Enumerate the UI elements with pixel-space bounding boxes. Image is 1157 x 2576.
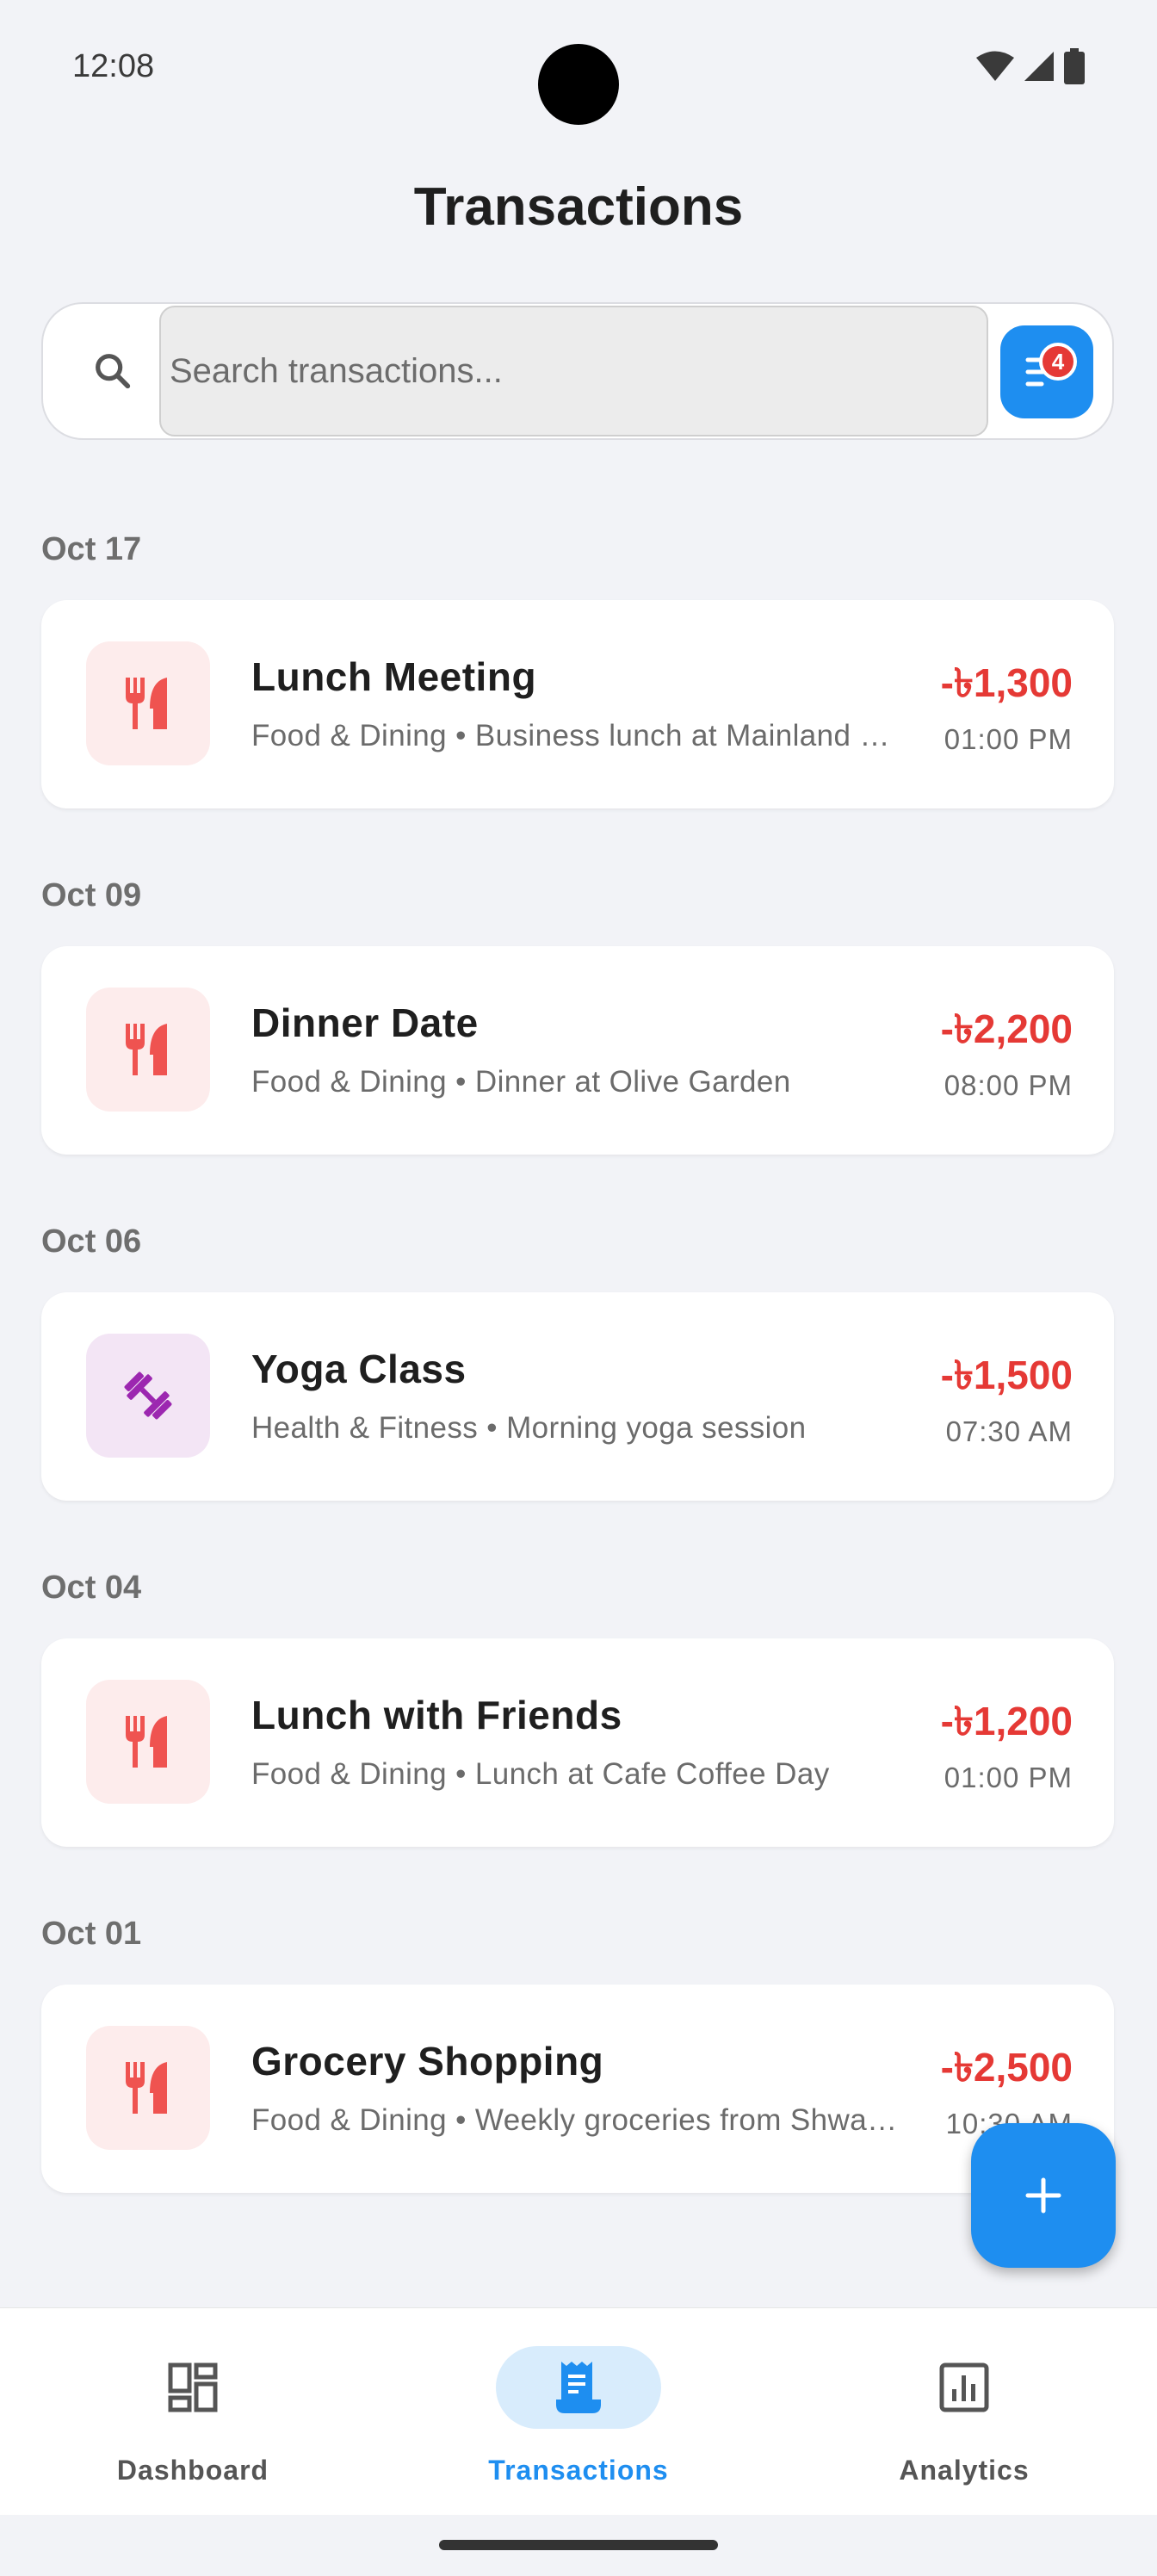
transaction-time: 08:00 PM xyxy=(944,1069,1073,1101)
transaction-title: Lunch with Friends xyxy=(251,1693,622,1737)
transaction-card[interactable]: Lunch Meeting Food & Dining • Business l… xyxy=(41,600,1114,808)
transaction-subtitle: Health & Fitness • Morning yoga session xyxy=(251,1411,807,1445)
transaction-title: Yoga Class xyxy=(251,1347,467,1391)
nav-item-analytics[interactable]: Analytics xyxy=(771,2308,1157,2515)
plus-icon xyxy=(1025,2177,1061,2214)
transaction-card[interactable]: Dinner Date Food & Dining • Dinner at Ol… xyxy=(41,946,1114,1155)
wifi-icon xyxy=(976,51,1014,81)
fork-knife-icon xyxy=(126,1716,167,1768)
signal-icon xyxy=(1024,52,1054,81)
transaction-amount: -৳1,300 xyxy=(940,660,1073,705)
nav-label-dashboard: Dashboard xyxy=(116,2455,269,2486)
status-time: 12:08 xyxy=(72,48,155,84)
transaction-card[interactable]: Yoga Class Health & Fitness • Morning yo… xyxy=(41,1292,1114,1501)
date-header: Oct 17 xyxy=(41,531,142,567)
transaction-title: Grocery Shopping xyxy=(251,2039,604,2084)
fork-knife-icon xyxy=(126,1024,167,1075)
category-icon-tile xyxy=(86,1680,210,1804)
camera-cutout xyxy=(538,44,619,125)
transaction-subtitle: Food & Dining • Dinner at Olive Garden xyxy=(251,1065,791,1099)
status-icons xyxy=(976,48,1085,84)
status-bar: 12:08 xyxy=(0,0,1157,129)
nav-label-transactions: Transactions xyxy=(488,2455,669,2486)
fork-knife-icon xyxy=(126,2062,167,2114)
category-icon-tile xyxy=(86,988,210,1112)
transaction-title: Dinner Date xyxy=(251,1000,479,1045)
search-bar: 4 xyxy=(41,302,1114,440)
transaction-time: 01:00 PM xyxy=(944,723,1073,755)
date-header: Oct 01 xyxy=(41,1916,142,1952)
transaction-amount: -৳1,500 xyxy=(940,1353,1073,1397)
category-icon-tile xyxy=(86,2026,210,2150)
transaction-subtitle: Food & Dining • Lunch at Cafe Coffee Day xyxy=(251,1757,830,1791)
category-icon-tile xyxy=(86,641,210,765)
transaction-time: 01:00 PM xyxy=(944,1762,1073,1793)
fork-knife-icon xyxy=(126,678,167,729)
nav-pill-active xyxy=(496,2346,661,2429)
category-icon-tile xyxy=(86,1334,210,1458)
nav-item-transactions[interactable]: Transactions xyxy=(386,2308,771,2515)
date-header: Oct 09 xyxy=(41,877,142,913)
transaction-amount: -৳2,200 xyxy=(940,1006,1073,1051)
dumbbell-icon xyxy=(124,1372,172,1420)
add-transaction-button[interactable] xyxy=(971,2123,1116,2268)
transaction-amount: -৳2,500 xyxy=(940,2045,1073,2090)
transaction-title: Lunch Meeting xyxy=(251,654,537,699)
dashboard-icon xyxy=(168,2362,218,2412)
nav-item-dashboard[interactable]: Dashboard xyxy=(0,2308,386,2515)
search-input[interactable] xyxy=(159,306,988,437)
transaction-card[interactable]: Lunch with Friends Food & Dining • Lunch… xyxy=(41,1638,1114,1847)
nav-label-analytics: Analytics xyxy=(899,2455,1030,2486)
nav-pill xyxy=(110,2346,275,2429)
date-header: Oct 06 xyxy=(41,1223,142,1260)
battery-icon xyxy=(1064,48,1085,84)
receipt-icon xyxy=(556,2362,601,2413)
gesture-bar xyxy=(439,2540,718,2550)
search-icon xyxy=(96,354,131,389)
transaction-amount: -৳1,200 xyxy=(940,1699,1073,1743)
filter-count-badge: 4 xyxy=(1039,343,1077,381)
transaction-card[interactable]: Grocery Shopping Food & Dining • Weekly … xyxy=(41,1985,1114,2193)
nav-pill xyxy=(882,2346,1047,2429)
transaction-subtitle: Food & Dining • Weekly groceries from Sh… xyxy=(251,2103,906,2137)
transaction-subtitle: Food & Dining • Business lunch at Mainla… xyxy=(251,719,906,752)
date-header: Oct 04 xyxy=(41,1570,142,1606)
page-title: Transactions xyxy=(413,177,744,237)
analytics-icon xyxy=(939,2362,989,2412)
bottom-navigation: Dashboard Transactions Analytics xyxy=(0,2307,1157,2515)
transaction-time: 07:30 AM xyxy=(945,1415,1073,1447)
